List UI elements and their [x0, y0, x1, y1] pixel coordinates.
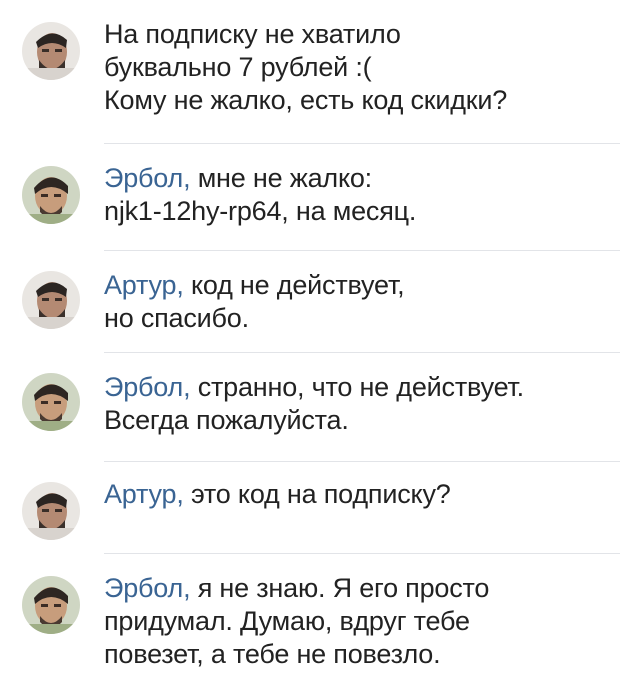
comment-line: но спасибо. — [104, 303, 249, 333]
author-link[interactable]: Артур, — [104, 270, 184, 300]
comment-line: повезет, а тебе не повезло. — [104, 639, 441, 669]
comment-line: придумал. Думаю, вдруг тебе — [104, 606, 470, 636]
user-avatar-artur-icon — [22, 482, 80, 540]
comment-line: njk1-12hy-rp64, на месяц. — [104, 196, 417, 226]
comment-body: Артур, код не действует, но спасибо. — [104, 269, 620, 335]
divider — [104, 250, 620, 251]
user-avatar-erbol-icon — [22, 576, 80, 634]
user-avatar-erbol-icon — [22, 166, 80, 224]
comment-body: Эрбол, странно, что не действует. Всегда… — [104, 371, 620, 437]
comment-line: Эрбол, странно, что не действует. — [104, 371, 620, 404]
user-avatar-artur-icon — [22, 271, 80, 329]
comment-thread: На подписку не хватило буквально 7 рубле… — [0, 0, 640, 698]
comment-text: код не действует, — [190, 270, 405, 300]
avatar[interactable] — [22, 482, 80, 540]
divider — [104, 553, 620, 554]
comment-line: буквально 7 рублей :( — [104, 52, 372, 82]
avatar[interactable] — [22, 22, 80, 80]
user-avatar-artur-icon — [22, 22, 80, 80]
comment-line: Эрбол, я не знаю. Я его просто — [104, 572, 620, 605]
comment-body: На подписку не хватило буквально 7 рубле… — [104, 18, 620, 117]
comment-text: я не знаю. Я его просто — [197, 573, 490, 603]
divider — [104, 143, 620, 144]
author-link[interactable]: Эрбол, — [104, 163, 191, 193]
comment-text: мне не жалко: — [197, 163, 372, 193]
comment-line: Всегда пожалуйста. — [104, 405, 349, 435]
comment-line: Кому не жалко, есть код скидки? — [104, 85, 508, 115]
avatar[interactable] — [22, 373, 80, 431]
comment-body: Эрбол, я не знаю. Я его просто придумал.… — [104, 572, 620, 671]
avatar[interactable] — [22, 271, 80, 329]
comment-body: Артур, это код на подписку? — [104, 478, 620, 511]
divider — [104, 352, 620, 353]
avatar[interactable] — [22, 576, 80, 634]
comment-text: странно, что не действует. — [197, 372, 524, 402]
comment-text: это код на подписку? — [190, 479, 451, 509]
user-avatar-erbol-icon — [22, 373, 80, 431]
divider — [104, 461, 620, 462]
comment-line: Артур, код не действует, — [104, 269, 620, 302]
author-link[interactable]: Артур, — [104, 479, 184, 509]
author-link[interactable]: Эрбол, — [104, 372, 191, 402]
comment-line: Артур, это код на подписку? — [104, 478, 620, 511]
comment-line: На подписку не хватило — [104, 19, 401, 49]
comment-body: Эрбол, мне не жалко: njk1-12hy-rp64, на … — [104, 162, 620, 228]
avatar[interactable] — [22, 166, 80, 224]
author-link[interactable]: Эрбол, — [104, 573, 191, 603]
comment-line: Эрбол, мне не жалко: — [104, 162, 620, 195]
